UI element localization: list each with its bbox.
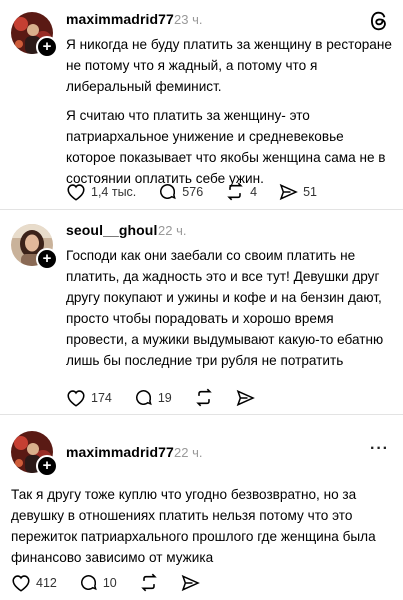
repost-icon xyxy=(141,573,157,592)
share-button[interactable]: 51 xyxy=(279,183,317,201)
post-time: 23 ч. xyxy=(174,12,203,27)
follow-plus-icon[interactable]: + xyxy=(36,248,58,270)
like-button[interactable]: 1,4 тыс. xyxy=(66,183,136,201)
repost-button[interactable] xyxy=(194,388,214,407)
comment-icon xyxy=(160,184,177,200)
follow-plus-icon[interactable]: + xyxy=(36,36,58,58)
like-count: 412 xyxy=(36,575,57,590)
heart-icon xyxy=(67,183,85,201)
post-paragraph: Господи как они заебали со своим платить… xyxy=(66,248,384,368)
post-paragraph: Так я другу тоже куплю что угодно безвоз… xyxy=(11,487,376,565)
post-actions: 1,4 тыс. 576 4 51 xyxy=(66,182,339,201)
comment-icon xyxy=(80,575,97,591)
comment-icon xyxy=(135,390,152,406)
share-icon xyxy=(279,183,298,200)
post-actions: 412 10 xyxy=(11,573,222,592)
comment-button[interactable]: 10 xyxy=(79,573,117,592)
repost-button[interactable]: 4 xyxy=(225,182,257,201)
heart-icon xyxy=(67,389,85,407)
post-time: 22 ч. xyxy=(158,223,187,238)
share-count: 51 xyxy=(303,184,318,199)
avatar[interactable]: + xyxy=(11,12,58,58)
repost-count: 4 xyxy=(250,184,258,199)
comment-count: 19 xyxy=(157,390,172,405)
share-button[interactable] xyxy=(236,389,255,407)
avatar[interactable]: + xyxy=(11,224,58,270)
post-time: 22 ч. xyxy=(174,445,203,460)
post-paragraph: Я никогда не буду платить за женщину в р… xyxy=(66,37,392,94)
repost-icon xyxy=(227,182,243,201)
post-text: Я никогда не буду платить за женщину в р… xyxy=(66,34,392,189)
more-options-icon[interactable]: ··· xyxy=(370,440,389,458)
comment-count: 576 xyxy=(182,184,204,199)
post-actions: 174 19 xyxy=(66,388,277,407)
thread-post: + maximmadrid77 22 ч. ··· Так я другу то… xyxy=(0,415,403,600)
follow-plus-icon[interactable]: + xyxy=(36,455,58,477)
avatar[interactable]: + xyxy=(11,431,58,477)
like-button[interactable]: 174 xyxy=(66,389,112,407)
thread-post: + maximmadrid77 23 ч. Я никогда не буду … xyxy=(0,0,403,210)
comment-button[interactable]: 19 xyxy=(134,388,172,407)
post-paragraph: Я считаю что платить за женщину- это пат… xyxy=(66,108,386,186)
repost-button[interactable] xyxy=(139,573,159,592)
post-text: Так я другу тоже куплю что угодно безвоз… xyxy=(11,484,391,568)
share-button[interactable] xyxy=(181,574,200,592)
like-count: 1,4 тыс. xyxy=(91,184,137,199)
thread-post: + seoul__ghoul 22 ч. Господи как они зае… xyxy=(0,210,403,415)
comment-count: 10 xyxy=(102,575,117,590)
like-button[interactable]: 412 xyxy=(11,574,57,592)
post-username[interactable]: seoul__ghoul xyxy=(66,222,157,238)
post-username[interactable]: maximmadrid77 xyxy=(66,444,174,460)
post-username[interactable]: maximmadrid77 xyxy=(66,11,174,27)
share-icon xyxy=(236,389,255,406)
share-icon xyxy=(181,574,200,591)
like-count: 174 xyxy=(91,390,112,405)
repost-icon xyxy=(196,388,212,407)
heart-icon xyxy=(12,574,30,592)
post-text: Господи как они заебали со своим платить… xyxy=(66,245,386,371)
comment-button[interactable]: 576 xyxy=(158,182,203,201)
